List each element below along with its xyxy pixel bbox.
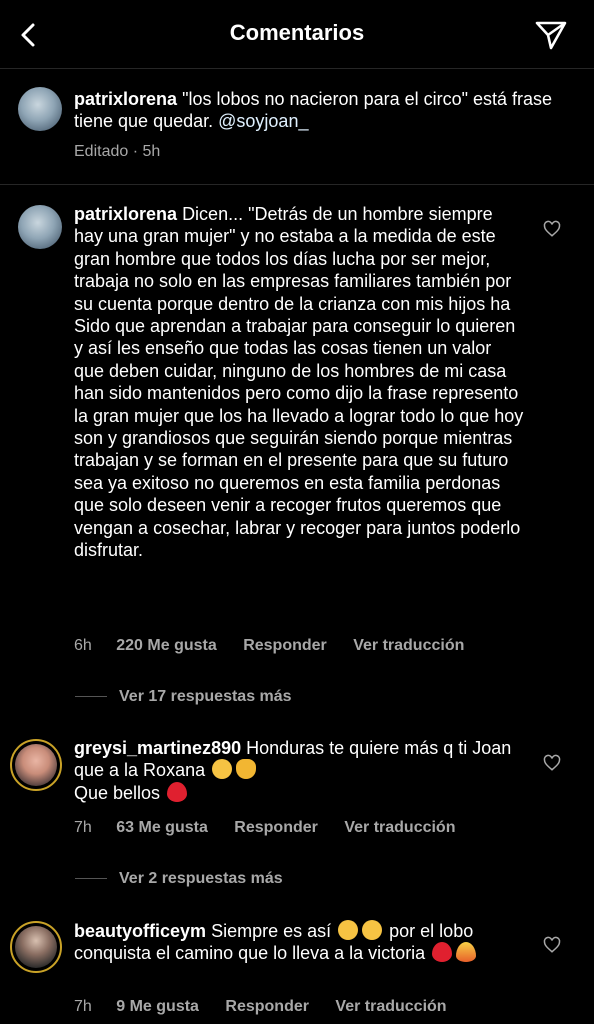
view-more-replies[interactable]: Ver 17 respuestas más — [75, 688, 292, 706]
comment-body: Dicen... "Detrás de un hombre siempre ha… — [74, 204, 524, 561]
clapping-hands-emoji — [236, 759, 257, 780]
caption-meta: Editado · 5h — [74, 143, 182, 161]
red-heart-emoji — [432, 942, 453, 963]
heart-eyes-emoji — [338, 920, 359, 940]
username[interactable]: greysi_martinez890 — [74, 738, 241, 758]
header-bar: Comentarios — [0, 0, 594, 69]
heart-outline-icon[interactable] — [543, 754, 561, 772]
post-caption: patrixlorena "los lobos no nacieron para… — [0, 68, 594, 185]
heart-outline-icon[interactable] — [543, 220, 561, 238]
avatar[interactable] — [18, 205, 62, 249]
username[interactable]: beautyofficeym — [74, 921, 206, 941]
comment-text: beautyofficeym Siempre es así por el lob… — [74, 920, 524, 965]
comment-body: Siempre es así — [211, 921, 332, 941]
dot-separator: · — [132, 143, 143, 160]
likes-count[interactable]: 9 Me gusta — [116, 998, 199, 1015]
comment-meta: 6h 220 Me gusta Responder Ver traducción — [74, 637, 486, 655]
divider — [75, 696, 107, 698]
avatar-image — [15, 926, 57, 968]
divider — [75, 878, 107, 880]
heart-outline-icon[interactable] — [543, 936, 561, 954]
likes-count[interactable]: 63 Me gusta — [116, 819, 208, 836]
comment-meta: 7h 63 Me gusta Responder Ver traducción — [74, 819, 477, 837]
translate-button[interactable]: Ver traducción — [335, 998, 446, 1015]
reply-button[interactable]: Responder — [225, 998, 309, 1015]
fire-emoji — [456, 942, 477, 963]
timestamp: 7h — [74, 998, 92, 1015]
view-more-replies-label: Ver 17 respuestas más — [119, 688, 292, 705]
page-title: Comentarios — [229, 20, 365, 45]
heart-eyes-emoji — [362, 920, 383, 940]
comment-text: patrixlorena Dicen... "Detrás de un homb… — [74, 203, 524, 562]
red-heart-emoji — [167, 781, 188, 802]
reply-button[interactable]: Responder — [243, 637, 327, 654]
likes-count[interactable]: 220 Me gusta — [116, 637, 216, 654]
translate-button[interactable]: Ver traducción — [353, 637, 464, 654]
timestamp: 7h — [74, 819, 92, 836]
tears-of-joy-emoji — [212, 759, 233, 780]
comment-text: greysi_martinez890 Honduras te quiere má… — [74, 737, 524, 804]
avatar[interactable] — [10, 921, 62, 973]
view-more-replies-label: Ver 2 respuestas más — [119, 870, 283, 887]
avatar[interactable] — [18, 87, 62, 131]
edited-label: Editado — [74, 143, 129, 160]
caption-text: patrixlorena "los lobos no nacieron para… — [74, 88, 554, 133]
avatar[interactable] — [10, 739, 62, 791]
mention-link[interactable]: @soyjoan_ — [218, 111, 308, 131]
username[interactable]: patrixlorena — [74, 89, 177, 109]
timestamp: 5h — [142, 143, 161, 160]
view-more-replies[interactable]: Ver 2 respuestas más — [75, 870, 283, 888]
translate-button[interactable]: Ver traducción — [344, 819, 455, 836]
paper-plane-icon[interactable] — [534, 18, 568, 52]
username[interactable]: patrixlorena — [74, 204, 177, 224]
comment-body-line2: Que bellos — [74, 782, 161, 803]
reply-button[interactable]: Responder — [234, 819, 318, 836]
comment-meta: 7h 9 Me gusta Responder Ver traducción — [74, 998, 469, 1016]
timestamp: 6h — [74, 637, 92, 654]
avatar-image — [15, 744, 57, 786]
